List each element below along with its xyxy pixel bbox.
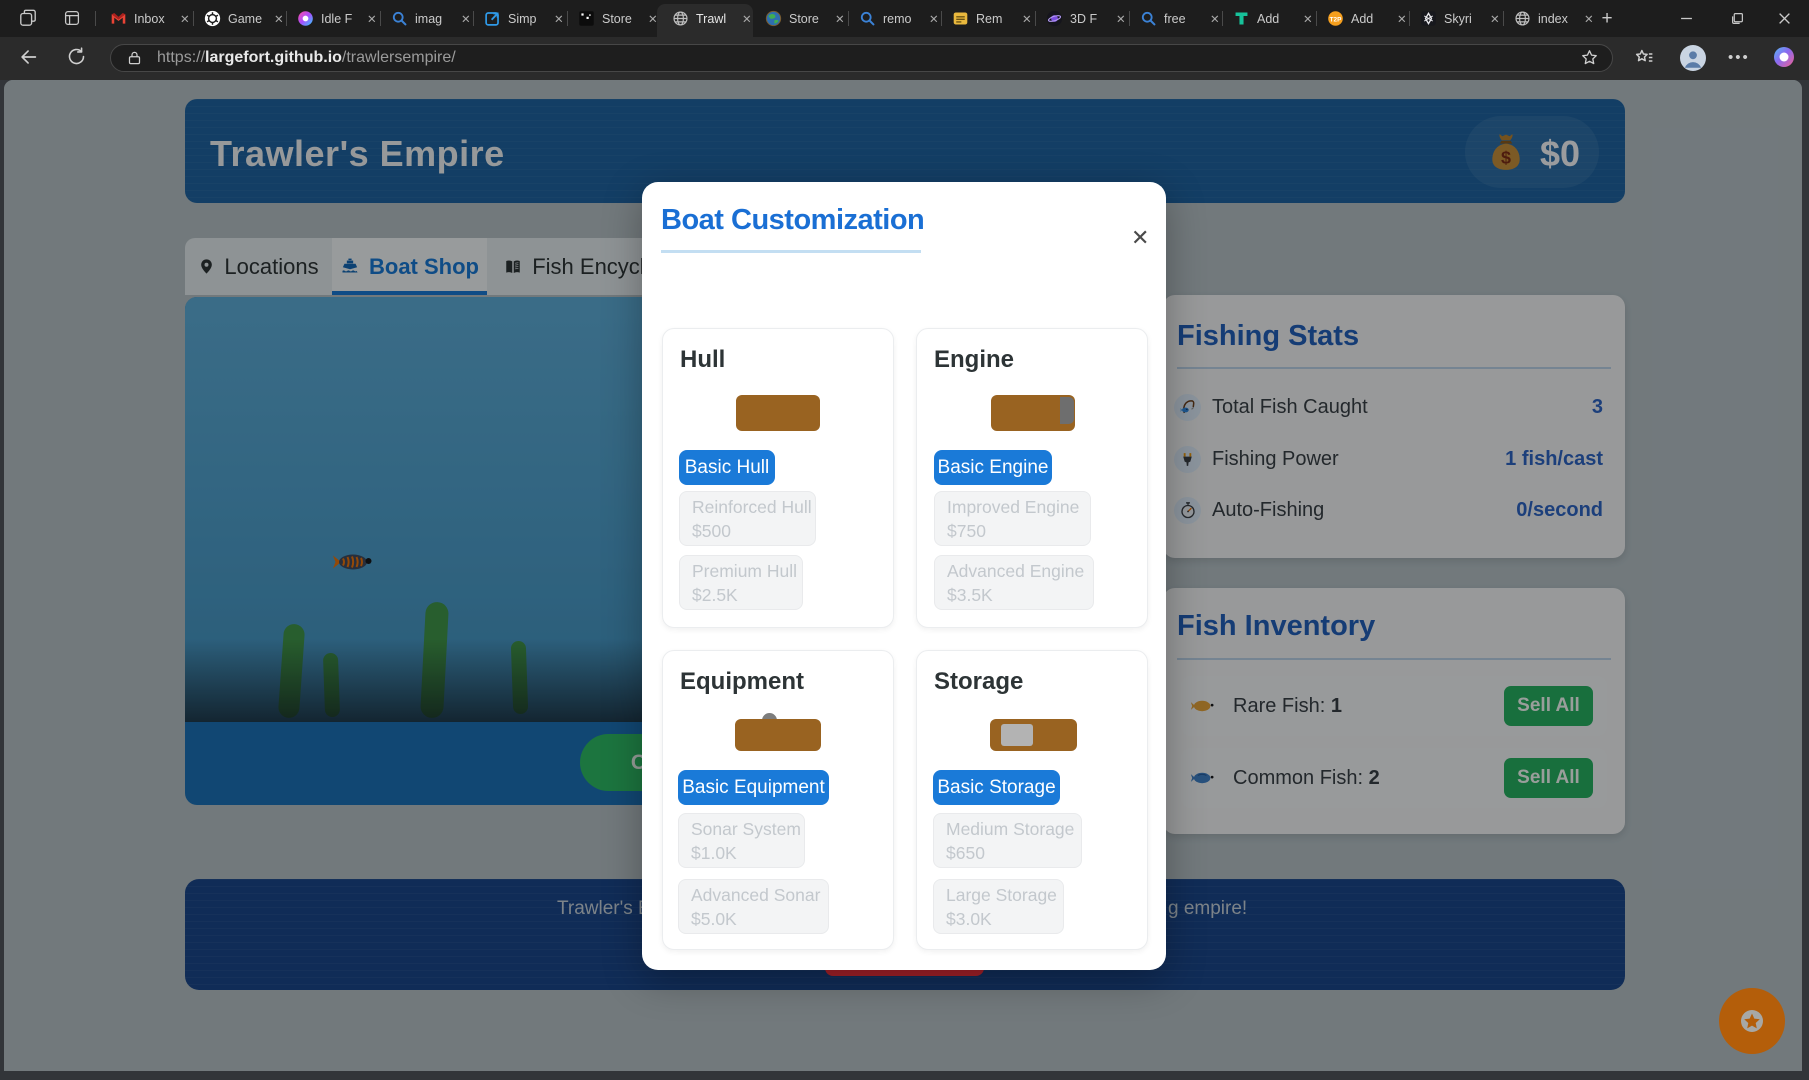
svg-text:T2P: T2P: [1330, 16, 1342, 23]
